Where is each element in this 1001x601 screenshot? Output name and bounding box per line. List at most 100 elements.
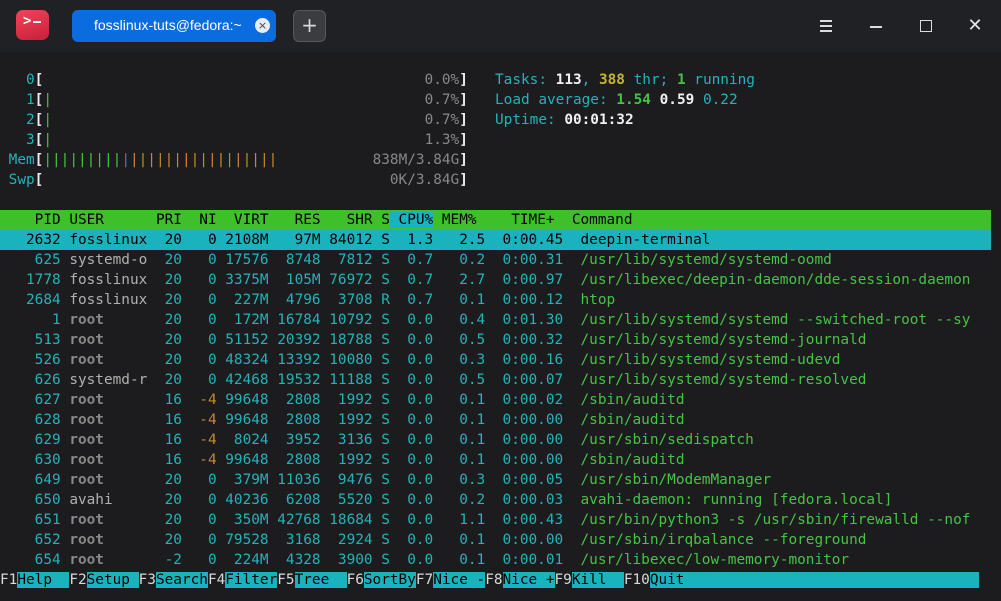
- process-row[interactable]: 625 systemd-o 20 0 17576 8748 7812 S 0.7…: [0, 250, 832, 270]
- process-res: 16784: [268, 312, 321, 328]
- column-header-ni[interactable]: NI: [182, 212, 216, 228]
- process-mem-percent: 0.1: [433, 292, 486, 308]
- process-cpu-percent: 0.0: [389, 452, 434, 468]
- process-cpu-percent: 1.3: [389, 232, 434, 248]
- fn-label-f4[interactable]: Filter: [225, 572, 278, 588]
- fn-key-f2[interactable]: F2: [69, 572, 87, 588]
- process-row[interactable]: 629 root 16 -4 8024 3952 3136 S 0.0 0.1 …: [0, 430, 754, 450]
- process-res: 3168: [268, 532, 321, 548]
- maximize-icon[interactable]: [914, 14, 938, 38]
- process-shr: 2924: [320, 532, 373, 548]
- mem-label: Mem: [0, 152, 35, 168]
- process-row[interactable]: 526 root 20 0 48324 13392 10080 S 0.0 0.…: [0, 350, 841, 370]
- process-row[interactable]: 652 root 20 0 79528 3168 2924 S 0.0 0.1 …: [0, 530, 867, 550]
- process-user: root: [60, 452, 148, 468]
- fn-label-f7[interactable]: Nice -: [433, 572, 486, 588]
- process-row[interactable]: 627 root 16 -4 99648 2808 1992 S 0.0 0.1…: [0, 390, 685, 410]
- mem-value: 838M/3.84G: [372, 152, 460, 168]
- close-icon[interactable]: ✕: [963, 14, 987, 38]
- process-row[interactable]: 651 root 20 0 350M 42768 18684 S 0.0 1.1…: [0, 510, 971, 530]
- process-pid: 654: [0, 552, 61, 568]
- process-res: 105M: [268, 272, 321, 288]
- column-header-command[interactable]: Command: [555, 212, 633, 228]
- column-header-s[interactable]: S: [373, 212, 390, 228]
- process-mem-percent: 0.5: [433, 372, 486, 388]
- fn-label-f2[interactable]: Setup: [86, 572, 139, 588]
- menu-icon[interactable]: [814, 14, 838, 38]
- process-mem-percent: 2.7: [433, 272, 486, 288]
- fn-key-f4[interactable]: F4: [207, 572, 226, 588]
- fn-label-f10[interactable]: Quit: [649, 572, 685, 588]
- column-header-pid[interactable]: PID: [0, 212, 61, 228]
- cpu-value: 0.7%: [424, 92, 460, 108]
- process-row[interactable]: 2632 fosslinux 20 0 2108M 97M 84012 S 1.…: [0, 230, 991, 250]
- process-row[interactable]: 654 root -2 0 224M 4328 3900 S 0.0 0.1 0…: [0, 550, 849, 570]
- column-header-time[interactable]: TIME+: [477, 212, 554, 228]
- process-res: 2808: [268, 452, 321, 468]
- swap-meter: Swp[ 0K/3.84G]: [0, 172, 468, 188]
- process-nice: -4: [181, 452, 217, 468]
- process-row[interactable]: 649 root 20 0 379M 11036 9476 S 0.0 0.3 …: [0, 470, 771, 490]
- fn-label-f8[interactable]: Nice +: [502, 572, 555, 588]
- fn-key-f7[interactable]: F7: [415, 572, 434, 588]
- process-row[interactable]: 628 root 16 -4 99648 2808 1992 S 0.0 0.1…: [0, 410, 685, 430]
- process-time: 0:00.00: [485, 452, 564, 468]
- process-table-header[interactable]: PID USER PRI NI VIRT RES SHR S CPU% MEM%…: [0, 210, 991, 230]
- fn-label-f6[interactable]: SortBy: [363, 572, 416, 588]
- process-virt: 17576: [216, 252, 269, 268]
- column-header-res[interactable]: RES: [269, 212, 321, 228]
- fn-key-f9[interactable]: F9: [554, 572, 572, 588]
- process-row[interactable]: 2684 fosslinux 20 0 227M 4796 3708 R 0.7…: [0, 290, 615, 310]
- minimize-icon[interactable]: [864, 14, 888, 38]
- fn-key-f8[interactable]: F8: [485, 572, 503, 588]
- process-row[interactable]: 626 systemd-r 20 0 42468 19532 11188 S 0…: [0, 370, 867, 390]
- cpu-id: 1: [0, 92, 35, 108]
- process-shr: 5520: [320, 492, 373, 508]
- fn-key-f3[interactable]: F3: [138, 572, 156, 588]
- fn-key-f10[interactable]: F10: [623, 572, 650, 588]
- fn-key-f6[interactable]: F6: [346, 572, 364, 588]
- process-virt: 51152: [216, 332, 269, 348]
- process-row[interactable]: 1 root 20 0 172M 16784 10792 S 0.0 0.4 0…: [0, 310, 970, 330]
- process-command: /usr/libexec/low-memory-monitor: [563, 552, 850, 568]
- process-res: 6208: [268, 492, 321, 508]
- process-pid: 649: [0, 472, 61, 488]
- process-cpu-percent: 0.0: [389, 412, 434, 428]
- fn-label-f5[interactable]: Tree: [294, 572, 347, 588]
- process-shr: 10080: [320, 352, 373, 368]
- terminal-app-icon[interactable]: >: [16, 10, 49, 40]
- terminal-area[interactable]: 0[ 0.0%] 1[| 0.7%] 2[| 0.7%] 3[| 1.3%] M…: [0, 52, 1001, 601]
- fn-key-f5[interactable]: F5: [277, 572, 295, 588]
- process-virt: 40236: [216, 492, 269, 508]
- process-cpu-percent: 0.0: [389, 352, 434, 368]
- process-shr: 1992: [320, 412, 373, 428]
- process-state: S: [372, 372, 390, 388]
- process-row[interactable]: 630 root 16 -4 99648 2808 1992 S 0.0 0.1…: [0, 450, 685, 470]
- column-header-cpu[interactable]: CPU%: [389, 212, 434, 228]
- process-cpu-percent: 0.7: [389, 252, 434, 268]
- fn-label-f1[interactable]: Help: [17, 572, 70, 588]
- column-header-user[interactable]: USER: [61, 212, 148, 228]
- process-row[interactable]: 513 root 20 0 51152 20392 18788 S 0.0 0.…: [0, 330, 867, 350]
- column-header-shr[interactable]: SHR: [321, 212, 373, 228]
- column-header-mem[interactable]: MEM%: [433, 212, 477, 228]
- column-header-pri[interactable]: PRI: [147, 212, 182, 228]
- process-user: systemd-r: [60, 372, 148, 388]
- tab-close-icon[interactable]: ×: [255, 18, 270, 33]
- fn-key-f1[interactable]: F1: [0, 572, 18, 588]
- fn-label-f3[interactable]: Search: [155, 572, 208, 588]
- process-cpu-percent: 0.0: [389, 492, 434, 508]
- title-bar: > fosslinux-tuts@fedora:~ × + ✕: [0, 0, 1001, 52]
- process-user: root: [60, 512, 148, 528]
- fn-label-f9[interactable]: Kill: [571, 572, 624, 588]
- process-time: 0:00.05: [485, 472, 564, 488]
- process-row[interactable]: 1778 fosslinux 20 0 3375M 105M 76972 S 0…: [0, 270, 970, 290]
- tasks-label: Tasks:: [495, 72, 556, 88]
- process-mem-percent: 0.3: [433, 352, 486, 368]
- column-header-virt[interactable]: VIRT: [217, 212, 269, 228]
- process-row[interactable]: 650 avahi 20 0 40236 6208 5520 S 0.0 0.2…: [0, 490, 893, 510]
- process-nice: 0: [181, 372, 217, 388]
- new-tab-button[interactable]: +: [293, 10, 326, 42]
- cpu-id: 2: [0, 112, 35, 128]
- terminal-tab[interactable]: fosslinux-tuts@fedora:~ ×: [72, 10, 276, 42]
